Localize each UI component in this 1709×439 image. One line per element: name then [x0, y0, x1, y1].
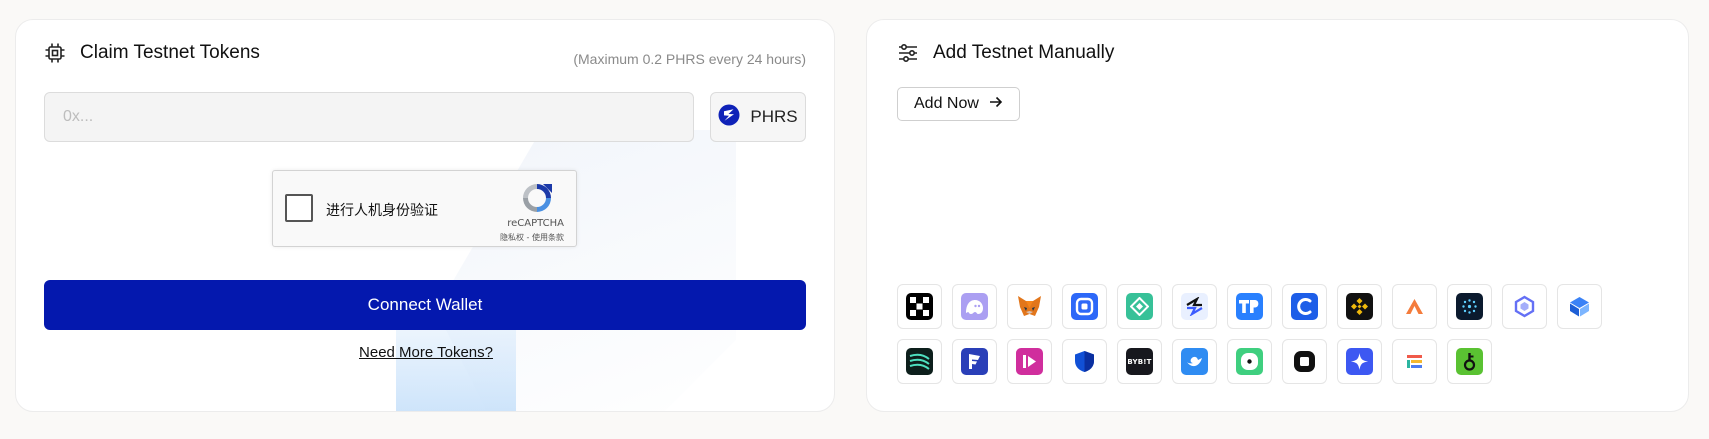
need-more-tokens-link[interactable]: Need More Tokens?: [359, 344, 493, 361]
wallet-icon-label: BYB!T: [1127, 357, 1152, 366]
bird-wallet-icon: [1181, 348, 1208, 375]
particle-wallet-icon: [1456, 293, 1483, 320]
chip-icon: [44, 42, 66, 64]
cube-wallet-icon: [1566, 293, 1593, 320]
claim-card-header: Claim Testnet Tokens: [44, 42, 260, 64]
add-now-button[interactable]: Add Now: [897, 87, 1020, 121]
wallet-option[interactable]: [1392, 339, 1437, 384]
wallet-option[interactable]: [952, 339, 997, 384]
wallet-option[interactable]: [1007, 339, 1052, 384]
bars-wallet-icon: [1401, 348, 1428, 375]
token-label: PHRS: [750, 107, 798, 126]
claim-card-title: Claim Testnet Tokens: [80, 42, 260, 63]
binance-wallet-icon: [1346, 293, 1373, 320]
wallet-option[interactable]: [1172, 284, 1217, 329]
wallet-option[interactable]: [1392, 284, 1437, 329]
wallet-option[interactable]: [1337, 339, 1382, 384]
sparkle-wallet-icon: [1346, 348, 1373, 375]
metamask-wallet-icon: [1016, 293, 1043, 320]
wallet-option[interactable]: [1337, 284, 1382, 329]
wallet-option[interactable]: [1282, 284, 1327, 329]
need-more-tokens-row: Need More Tokens?: [16, 344, 834, 361]
wallet-option[interactable]: [897, 284, 942, 329]
phantom-wallet-icon: [961, 293, 988, 320]
arrow-right-icon: [989, 95, 1003, 114]
recaptcha-brand: reCAPTCHA: [507, 218, 564, 229]
coin98-wallet-icon: [1291, 293, 1318, 320]
flag-wallet-icon: [961, 348, 988, 375]
recaptcha-label: 进行人机身份验证: [326, 203, 438, 219]
phrs-token-icon: [718, 104, 740, 131]
swap-wallet-icon: [1181, 293, 1208, 320]
recaptcha-widget: 进行人机身份验证 reCAPTCHA 隐私权 - 使用条款: [272, 170, 577, 247]
square-wallet-icon: [1291, 348, 1318, 375]
wallet-option[interactable]: BYB!T: [1117, 339, 1162, 384]
connect-wallet-button[interactable]: Connect Wallet: [44, 280, 806, 330]
sliders-icon: [897, 42, 919, 64]
play-wallet-icon: [1016, 348, 1043, 375]
recaptcha-checkbox[interactable]: [285, 194, 313, 222]
manual-card-title: Add Testnet Manually: [933, 42, 1115, 63]
wallet-address-input[interactable]: [44, 92, 694, 142]
safepal-wallet-icon: [1071, 293, 1098, 320]
okx-wallet-icon: [906, 293, 933, 320]
arc-wallet-icon: [1401, 293, 1428, 320]
wallet-option[interactable]: [1227, 339, 1272, 384]
bitget-wallet-icon: [1126, 293, 1153, 320]
wallet-option[interactable]: [1062, 339, 1107, 384]
wallet-option[interactable]: [897, 339, 942, 384]
hexagon-wallet-icon: [1511, 293, 1538, 320]
key-wallet-icon: [1456, 348, 1483, 375]
wallet-option[interactable]: [1447, 339, 1492, 384]
recaptcha-privacy-terms[interactable]: 隐私权 - 使用条款: [500, 232, 564, 243]
wallet-option[interactable]: [1117, 284, 1162, 329]
stripes-wallet-icon: [906, 348, 933, 375]
chat-wallet-icon: [1236, 348, 1263, 375]
wallet-option[interactable]: [1007, 284, 1052, 329]
wallet-option[interactable]: [1557, 284, 1602, 329]
add-testnet-card: Add Testnet Manually Add Now BYB!T: [866, 19, 1689, 412]
claim-tokens-card: Claim Testnet Tokens (Maximum 0.2 PHRS e…: [15, 19, 835, 412]
recaptcha-logo-icon: [520, 181, 554, 215]
max-claim-note: (Maximum 0.2 PHRS every 24 hours): [573, 51, 806, 67]
wallet-option[interactable]: [1447, 284, 1492, 329]
wallet-option[interactable]: [1502, 284, 1547, 329]
wallet-option[interactable]: [1172, 339, 1217, 384]
wallet-option[interactable]: [1227, 284, 1272, 329]
tokenpocket-wallet-icon: [1236, 293, 1263, 320]
add-now-label: Add Now: [914, 95, 979, 112]
shield-wallet-icon: [1071, 348, 1098, 375]
wallet-list: BYB!T: [897, 284, 1602, 384]
token-selector[interactable]: PHRS: [710, 92, 806, 142]
wallet-option[interactable]: [1062, 284, 1107, 329]
wallet-option[interactable]: [952, 284, 997, 329]
bybit-wallet-icon: BYB!T: [1126, 348, 1153, 375]
wallet-option[interactable]: [1282, 339, 1327, 384]
manual-card-header: Add Testnet Manually: [897, 42, 1114, 64]
